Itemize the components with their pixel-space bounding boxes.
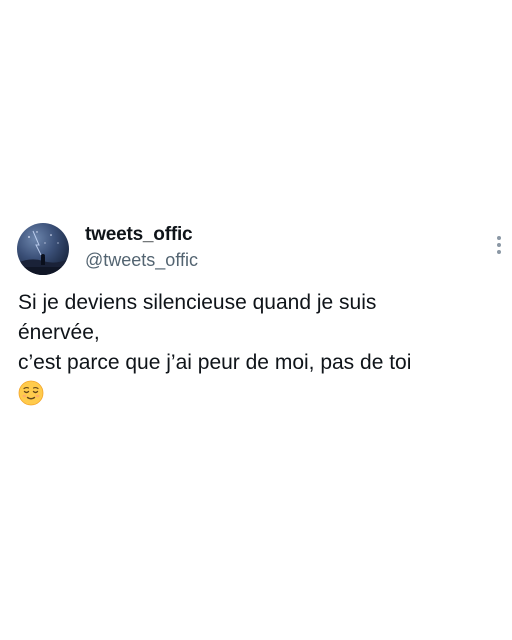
display-name[interactable]: tweets_offic xyxy=(85,224,193,246)
relieved-face-emoji-icon xyxy=(18,381,44,406)
tweet-text-line: Si je deviens silencieuse quand je suis xyxy=(18,291,377,314)
vertical-ellipsis-icon xyxy=(497,236,501,254)
user-handle[interactable]: @tweets_offic xyxy=(85,250,198,271)
tweet-card: tweets_offic @tweets_offic Si je deviens… xyxy=(0,0,512,640)
more-options-button[interactable] xyxy=(489,233,509,257)
tweet-text: Si je deviens silencieuse quand je suis … xyxy=(18,288,498,408)
tweet-text-line: énervée, xyxy=(18,321,100,344)
tweet-emoji-line xyxy=(18,378,498,408)
avatar[interactable] xyxy=(17,223,69,275)
tweet-text-line: c’est parce que j’ai peur de moi, pas de… xyxy=(18,351,412,374)
night-sky-avatar-icon xyxy=(17,230,69,275)
